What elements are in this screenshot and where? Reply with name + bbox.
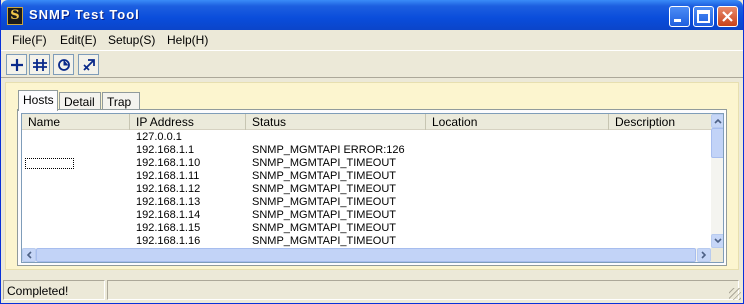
menu-edit[interactable]: Edit(E): [60, 33, 97, 47]
cell-ip: 192.168.1.11: [136, 170, 200, 182]
horizontal-scroll-thumb[interactable]: [36, 248, 696, 262]
menu-help[interactable]: Help(H): [167, 33, 208, 47]
app-icon[interactable]: S: [7, 7, 23, 25]
cell-ip: 127.0.0.1: [136, 131, 182, 143]
status-pane-secondary: [107, 280, 739, 300]
table-row[interactable]: 192.168.1.11 SNMP_MGMTAPI_TIMEOUT: [22, 170, 711, 183]
table-row[interactable]: 192.168.1.1 SNMP_MGMTAPI ERROR:126: [22, 144, 711, 157]
cell-status: SNMP_MGMTAPI_TIMEOUT: [252, 183, 397, 195]
cell-status: SNMP_MGMTAPI_TIMEOUT: [252, 157, 397, 169]
resize-grip[interactable]: [729, 288, 741, 300]
status-text: Completed!: [3, 280, 105, 300]
add-range-button[interactable]: [29, 54, 50, 75]
column-header-description[interactable]: Description: [609, 114, 711, 130]
minimize-icon: [674, 19, 681, 22]
chevron-up-icon: [714, 118, 722, 124]
cell-status: SNMP_MGMTAPI_TIMEOUT: [252, 235, 397, 247]
horizontal-scrollbar[interactable]: [22, 248, 711, 262]
tab-hosts[interactable]: Hosts: [18, 90, 58, 111]
title-bar[interactable]: S SNMP Test Tool: [1, 0, 743, 30]
cell-ip: 192.168.1.15: [136, 222, 201, 234]
add-icon: [11, 59, 23, 71]
focus-rectangle: [25, 158, 74, 169]
cell-ip: 192.168.1.12: [136, 183, 201, 195]
table-row[interactable]: 192.168.1.12 SNMP_MGMTAPI_TIMEOUT: [22, 183, 711, 196]
table-row[interactable]: 192.168.1.13 SNMP_MGMTAPI_TIMEOUT: [22, 196, 711, 209]
hosts-panel: Name IP Address Status Location Descript…: [17, 109, 727, 266]
scroll-right-button[interactable]: [697, 248, 711, 262]
table-row[interactable]: 192.168.1.16 SNMP_MGMTAPI_TIMEOUT: [22, 235, 711, 248]
column-header-location[interactable]: Location: [426, 114, 609, 130]
vertical-scrollbar[interactable]: [711, 114, 723, 248]
stop-button[interactable]: [78, 54, 99, 75]
toolbar: [1, 50, 743, 78]
column-header-status[interactable]: Status: [246, 114, 426, 130]
scroll-down-button[interactable]: [711, 234, 723, 248]
cell-ip: 192.168.1.14: [136, 209, 201, 221]
close-icon: [722, 11, 733, 22]
cell-status: SNMP_MGMTAPI_TIMEOUT: [252, 170, 397, 182]
cell-status: SNMP_MGMTAPI_TIMEOUT: [252, 196, 397, 208]
status-bar: Completed!: [1, 278, 743, 302]
maximize-button[interactable]: [693, 6, 714, 27]
table-row[interactable]: 192.168.1.10 SNMP_MGMTAPI_TIMEOUT: [22, 157, 711, 170]
cell-ip: 192.168.1.13: [136, 196, 201, 208]
refresh-button[interactable]: [53, 54, 74, 75]
menu-setup[interactable]: Setup(S): [108, 33, 155, 47]
chevron-down-icon: [714, 238, 722, 244]
cell-status: SNMP_MGMTAPI_TIMEOUT: [252, 222, 397, 234]
cell-ip: 192.168.1.1: [136, 144, 195, 156]
chevron-right-icon: [701, 251, 707, 259]
hosts-list[interactable]: Name IP Address Status Location Descript…: [21, 113, 724, 263]
tab-container: Hosts Detail Trap Name IP Address Status…: [5, 82, 739, 270]
menu-file[interactable]: File(F): [12, 33, 47, 47]
chevron-left-icon: [26, 251, 32, 259]
window-title: SNMP Test Tool: [29, 7, 140, 22]
scroll-corner: [711, 248, 723, 262]
cell-status: SNMP_MGMTAPI ERROR:126: [252, 144, 405, 156]
tab-trap[interactable]: Trap: [102, 92, 140, 110]
minimize-button[interactable]: [669, 6, 690, 27]
close-button[interactable]: [717, 6, 738, 27]
table-row[interactable]: 192.168.1.14 SNMP_MGMTAPI_TIMEOUT: [22, 209, 711, 222]
vertical-scroll-thumb[interactable]: [711, 128, 723, 158]
refresh-icon: [58, 59, 70, 71]
scroll-up-button[interactable]: [711, 114, 723, 128]
cell-ip: 192.168.1.16: [136, 235, 201, 247]
column-header-name[interactable]: Name: [22, 114, 130, 130]
table-row[interactable]: 127.0.0.1: [22, 131, 711, 144]
add-range-icon: [33, 59, 47, 71]
table-header: Name IP Address Status Location Descript…: [22, 114, 711, 130]
table-row[interactable]: 192.168.1.15 SNMP_MGMTAPI_TIMEOUT: [22, 222, 711, 235]
maximize-icon: [697, 10, 710, 23]
stop-icon: [83, 59, 95, 71]
tab-detail[interactable]: Detail: [59, 92, 101, 110]
main-window: S SNMP Test Tool File(F) Edit(E) Setup(S…: [0, 0, 744, 304]
column-header-ip[interactable]: IP Address: [130, 114, 246, 130]
cell-ip: 192.168.1.10: [136, 157, 201, 169]
add-host-button[interactable]: [6, 54, 27, 75]
cell-status: SNMP_MGMTAPI_TIMEOUT: [252, 209, 397, 221]
scroll-left-button[interactable]: [22, 248, 36, 262]
menu-bar: File(F) Edit(E) Setup(S) Help(H): [1, 30, 743, 50]
